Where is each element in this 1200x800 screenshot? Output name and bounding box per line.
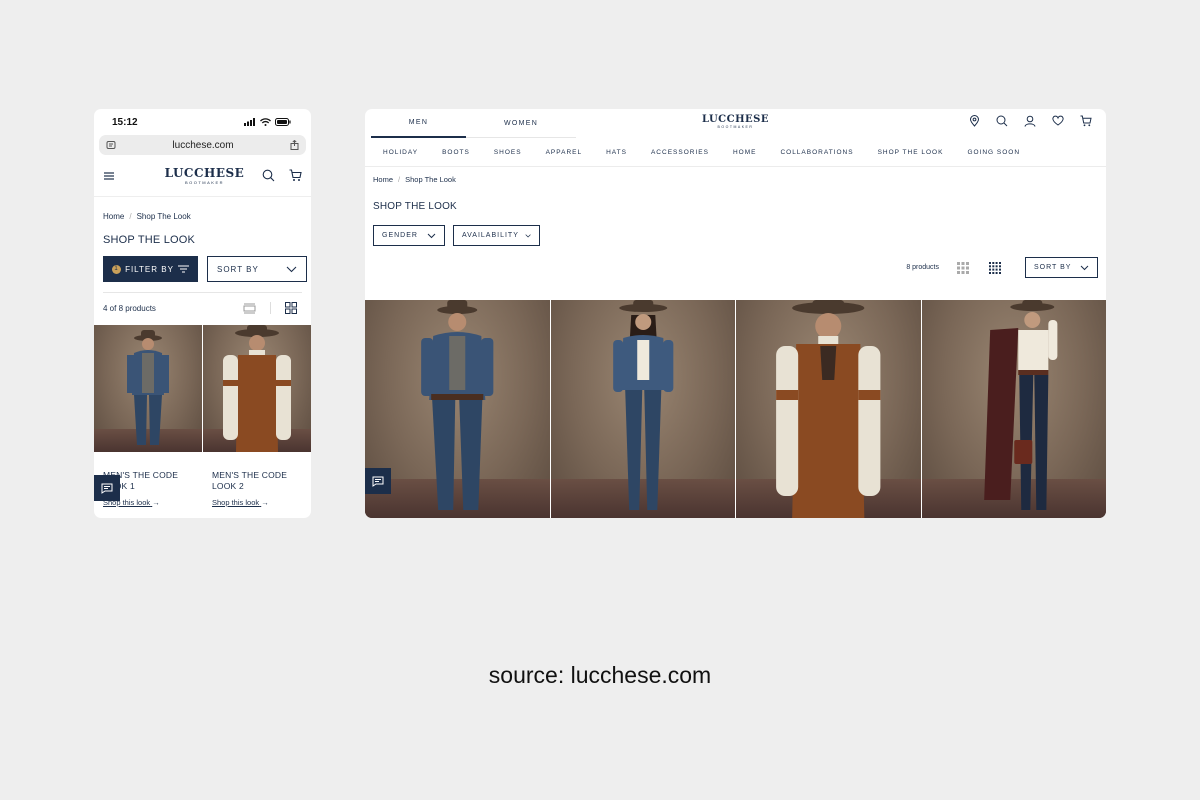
product-image[interactable] — [736, 300, 921, 518]
product-grid: MEN'S THE CODE LOOK 1 Shop this look → M… — [94, 325, 311, 507]
share-icon[interactable] — [290, 140, 299, 150]
nav-item-shoes[interactable]: SHOES — [494, 149, 522, 156]
tab-women[interactable]: WOMEN — [466, 109, 576, 138]
sort-by-dropdown[interactable]: SORT BY — [207, 256, 307, 282]
main-nav: HOLIDAY BOOTS SHOES APPAREL HATS ACCESSO… — [365, 139, 1106, 167]
breadcrumb: Home / Shop The Look — [365, 167, 1106, 184]
sort-by-dropdown[interactable]: SORT BY — [1025, 257, 1098, 278]
status-bar: 15:12 — [94, 109, 311, 135]
chevron-down-icon — [427, 233, 436, 238]
availability-filter-label: AVAILABILITY — [462, 232, 519, 239]
gender-filter-dropdown[interactable]: GENDER — [373, 225, 445, 246]
chevron-down-icon — [286, 266, 297, 272]
mobile-screenshot: 15:12 lucchese.com LUCCHESE BOOTMAKER Ho… — [94, 109, 311, 518]
menu-icon[interactable] — [103, 171, 115, 181]
status-time: 15:12 — [112, 116, 138, 128]
nav-item-holiday[interactable]: HOLIDAY — [383, 149, 418, 156]
grid-view-icon[interactable] — [285, 302, 297, 314]
chat-button[interactable] — [94, 475, 120, 501]
heart-icon[interactable] — [1052, 115, 1064, 126]
brand-logo[interactable]: LUCCHESE BOOTMAKER — [165, 166, 245, 185]
logo-sub: BOOTMAKER — [184, 180, 225, 185]
nav-item-boots[interactable]: BOOTS — [442, 149, 470, 156]
product-count: 8 products — [906, 264, 939, 271]
arrow-right-icon: → — [152, 498, 160, 507]
account-icon[interactable] — [1024, 115, 1036, 127]
availability-filter-dropdown[interactable]: AVAILABILITY — [453, 225, 540, 246]
nav-item-apparel[interactable]: APPAREL — [546, 149, 583, 156]
page-title: SHOP THE LOOK — [373, 201, 457, 212]
filter-icon — [177, 265, 189, 273]
nav-item-shop-the-look[interactable]: SHOP THE LOOK — [878, 149, 944, 156]
product-title[interactable]: MEN'S THE CODE LOOK 2 — [203, 452, 311, 492]
product-card[interactable] — [550, 300, 736, 518]
gender-filter-label: GENDER — [382, 232, 418, 239]
breadcrumb-current: Shop The Look — [405, 175, 456, 184]
mobile-header: LUCCHESE BOOTMAKER — [94, 155, 311, 197]
chat-button[interactable] — [365, 468, 391, 494]
product-grid — [365, 300, 1106, 518]
signal-icon — [244, 118, 255, 126]
filter-by-label: FILTER BY — [125, 264, 174, 274]
list-view-icon[interactable] — [243, 303, 256, 314]
grid-4-view-icon[interactable] — [989, 261, 1001, 274]
breadcrumb-separator: / — [398, 175, 401, 184]
chat-icon — [372, 476, 384, 487]
product-image[interactable] — [551, 300, 736, 518]
battery-icon — [275, 118, 291, 126]
product-card[interactable]: MEN'S THE CODE LOOK 2 Shop this look → — [203, 325, 311, 507]
url-bar[interactable]: lucchese.com — [99, 135, 306, 155]
logo-name: LUCCHESE — [164, 166, 245, 180]
arrow-right-icon: → — [261, 498, 269, 507]
product-image[interactable] — [94, 325, 202, 452]
nav-item-hats[interactable]: HATS — [606, 149, 627, 156]
sort-by-label: SORT BY — [217, 264, 259, 274]
product-card[interactable] — [365, 300, 550, 518]
product-card[interactable] — [736, 300, 921, 518]
chevron-down-icon — [1080, 265, 1089, 270]
source-caption: source: lucchese.com — [488, 662, 712, 688]
search-icon[interactable] — [996, 115, 1008, 127]
filter-count-badge: 1 — [112, 264, 122, 274]
url-text[interactable]: lucchese.com — [172, 140, 233, 151]
logo-sub: BOOTMAKER — [717, 125, 754, 129]
breadcrumb-separator: / — [129, 212, 132, 221]
location-icon[interactable] — [969, 115, 980, 127]
product-image[interactable] — [922, 300, 1107, 518]
breadcrumb-home[interactable]: Home — [103, 212, 124, 221]
brand-logo[interactable]: LUCCHESE BOOTMAKER — [702, 114, 769, 129]
cart-icon[interactable] — [1080, 115, 1092, 127]
cart-icon[interactable] — [289, 169, 302, 182]
page-settings-icon[interactable] — [106, 140, 116, 150]
wifi-icon — [260, 118, 271, 126]
chevron-down-icon — [525, 233, 531, 238]
nav-item-accessories[interactable]: ACCESSORIES — [651, 149, 709, 156]
grid-3-view-icon[interactable] — [957, 261, 969, 274]
chat-icon — [101, 483, 113, 494]
nav-item-collaborations[interactable]: COLLABORATIONS — [780, 149, 853, 156]
shop-this-look-link[interactable]: Shop this look → — [203, 492, 311, 507]
tab-men[interactable]: MEN — [371, 109, 466, 138]
breadcrumb: Home / Shop The Look — [94, 197, 311, 221]
breadcrumb-home[interactable]: Home — [373, 175, 393, 184]
desktop-screenshot: MEN WOMEN LUCCHESE BOOTMAKER HOLIDAY BOO… — [365, 109, 1106, 518]
product-image[interactable] — [203, 325, 311, 452]
product-count: 4 of 8 products — [103, 303, 156, 313]
product-card[interactable] — [921, 300, 1107, 518]
breadcrumb-current: Shop The Look — [136, 212, 191, 221]
filter-by-button[interactable]: 1 FILTER BY — [103, 256, 198, 282]
nav-item-home[interactable]: HOME — [733, 149, 757, 156]
search-icon[interactable] — [262, 169, 275, 182]
nav-item-going-soon[interactable]: GOING SOON — [967, 149, 1020, 156]
product-image[interactable] — [365, 300, 550, 518]
page-title: SHOP THE LOOK — [103, 234, 196, 246]
logo-name: LUCCHESE — [701, 114, 770, 125]
desktop-header: MEN WOMEN LUCCHESE BOOTMAKER — [365, 109, 1106, 139]
sort-by-label: SORT BY — [1034, 264, 1072, 271]
